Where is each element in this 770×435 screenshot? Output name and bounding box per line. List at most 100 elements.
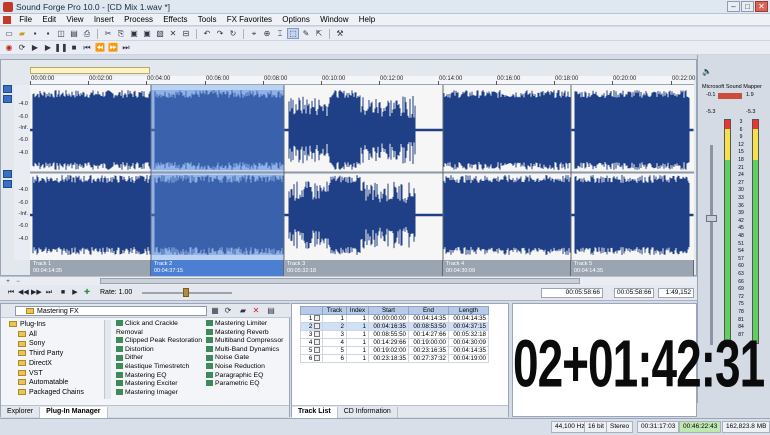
row-checkbox[interactable] xyxy=(314,323,320,330)
cell-length[interactable]: 00:04:14:35 xyxy=(448,346,489,355)
minimize-button[interactable]: – xyxy=(727,1,740,12)
pencil-tool-icon[interactable]: ✎ xyxy=(300,28,312,39)
scrollbar-thumb[interactable] xyxy=(100,278,580,284)
crop-icon[interactable]: ▧ xyxy=(154,28,166,39)
header-start[interactable]: Start xyxy=(368,306,409,315)
open-folder-icon[interactable]: ▰ xyxy=(16,28,28,39)
tree-item[interactable]: Third Party xyxy=(9,349,109,359)
volume-fader-track[interactable] xyxy=(710,145,713,345)
new-file-icon[interactable]: ▭ xyxy=(3,28,15,39)
region-track-3[interactable]: Track 3 00:05:32:18 xyxy=(284,260,443,276)
tree-item[interactable]: DirectX xyxy=(9,359,109,369)
event-tool-icon[interactable]: ⇱ xyxy=(313,28,325,39)
plugin-item[interactable]: Mastering Exciter xyxy=(116,380,206,389)
selection-tool-icon[interactable]: ⬚ xyxy=(287,28,299,39)
cell-track[interactable]: 6 xyxy=(322,354,347,363)
menu-insert[interactable]: Insert xyxy=(90,14,118,26)
plugin-item[interactable]: Noise Gate xyxy=(206,354,296,363)
waveform-display[interactable] xyxy=(30,85,694,260)
properties-icon[interactable]: ▤ xyxy=(68,28,80,39)
cell-end[interactable]: 00:14:27:66 xyxy=(408,330,449,339)
cell-track[interactable]: 1 xyxy=(322,314,347,323)
menu-file[interactable]: File xyxy=(15,14,36,26)
plugin-item[interactable]: Click and Crackle Removal xyxy=(116,320,206,337)
header-index[interactable]: Index xyxy=(346,306,369,315)
cell-length[interactable]: 00:04:14:35 xyxy=(448,314,489,323)
plugin-folder-select[interactable]: Mastering FX xyxy=(15,306,207,316)
cell-start[interactable]: 00:19:02:00 xyxy=(368,346,409,355)
row-checkbox[interactable] xyxy=(314,315,320,322)
save-all-icon[interactable]: ▪ xyxy=(42,28,54,39)
play-icon[interactable]: ▶ xyxy=(70,288,80,298)
tree-item[interactable]: Packaged Chains xyxy=(9,388,109,398)
table-row[interactable]: 4 4 1 00:14:29:66 00:19:00:00 00:04:30:09 xyxy=(300,338,489,347)
cell-start[interactable]: 00:04:16:35 xyxy=(368,322,409,331)
cell-end[interactable]: 00:19:00:00 xyxy=(408,338,449,347)
table-row[interactable]: 2 2 1 00:04:16:35 00:08:53:50 00:04:37:15 xyxy=(300,322,489,331)
table-row[interactable]: 1 1 1 00:00:00:00 00:04:14:35 00:04:14:35 xyxy=(300,314,489,323)
plugin-item[interactable]: Noise Reduction xyxy=(206,363,296,372)
go-end-icon[interactable]: ⏭ xyxy=(120,42,132,53)
header-track[interactable]: Track xyxy=(322,306,347,315)
row-number-cell[interactable]: 3 xyxy=(300,330,323,339)
cell-end[interactable]: 00:04:14:35 xyxy=(408,314,449,323)
record-icon[interactable]: ◉ xyxy=(3,42,15,53)
render-icon[interactable]: ◫ xyxy=(55,28,67,39)
time-ruler[interactable]: 00:00:00 00:02:00 00:04:00 00:06:00 00:08:00… xyxy=(30,76,695,85)
plugin-item[interactable]: Mastering Imager xyxy=(116,389,206,398)
plugin-item[interactable]: Mastering EQ xyxy=(116,372,206,381)
plugin-item[interactable]: Dither xyxy=(116,354,206,363)
cell-index[interactable]: 1 xyxy=(346,322,369,331)
tree-item[interactable]: Automatable xyxy=(9,378,109,388)
region-track-2[interactable]: Track 2 00:04:37:15 xyxy=(151,260,284,276)
cell-end[interactable]: 00:27:37:32 xyxy=(408,354,449,363)
cell-index[interactable]: 1 xyxy=(346,314,369,323)
refresh-icon[interactable]: ⟳ xyxy=(222,305,234,316)
pause-icon[interactable]: ❚❚ xyxy=(54,42,67,53)
plugin-item[interactable]: Mastering Limiter xyxy=(206,320,296,329)
tree-item[interactable]: Sony xyxy=(9,339,109,349)
region-track-5[interactable]: Track 5 00:04:14:35 xyxy=(571,260,694,276)
waveform-svg[interactable] xyxy=(30,85,694,260)
menu-options[interactable]: Options xyxy=(278,14,314,26)
row-number-cell[interactable]: 2 xyxy=(300,322,323,331)
tab-explorer[interactable]: Explorer xyxy=(1,407,41,418)
menu-help[interactable]: Help xyxy=(355,14,379,26)
channel-2-button[interactable] xyxy=(3,170,12,178)
cell-index[interactable]: 1 xyxy=(346,354,369,363)
cell-start[interactable]: 00:08:55:50 xyxy=(368,330,409,339)
row-number-cell[interactable]: 1 xyxy=(300,314,323,323)
tab-cd-information[interactable]: CD Information xyxy=(338,407,398,418)
close-button[interactable]: ✕ xyxy=(755,1,768,12)
paste-mix-icon[interactable]: ▣ xyxy=(141,28,153,39)
header-length[interactable]: Length xyxy=(448,306,489,315)
new-folder-icon[interactable]: ▰ xyxy=(237,305,249,316)
plugin-item[interactable]: Clipped Peak Restoration xyxy=(116,337,206,346)
go-end-icon[interactable]: ⏭ xyxy=(44,288,54,298)
save-icon[interactable]: ▪ xyxy=(29,28,41,39)
cell-length[interactable]: 00:04:19:00 xyxy=(448,354,489,363)
tree-item[interactable]: Plug-Ins xyxy=(9,320,109,330)
menu-process[interactable]: Process xyxy=(120,14,157,26)
rewind-icon[interactable]: ◀◀ xyxy=(18,288,29,298)
cell-start[interactable]: 00:00:00:00 xyxy=(368,314,409,323)
table-row[interactable]: 5 5 1 00:19:02:00 00:23:16:35 00:04:14:35 xyxy=(300,346,489,355)
plugin-item[interactable]: Paragraphic EQ xyxy=(206,372,296,381)
edit-tool-icon[interactable]: ⌶ xyxy=(274,28,286,39)
forward-icon[interactable]: ▶▶ xyxy=(31,288,42,298)
row-checkbox[interactable] xyxy=(314,347,320,354)
rate-slider-thumb[interactable] xyxy=(183,288,189,297)
table-row[interactable]: 6 6 1 00:23:18:35 00:27:37:32 00:04:19:00 xyxy=(300,354,489,363)
cell-length[interactable]: 00:04:30:09 xyxy=(448,338,489,347)
channel-1-button[interactable] xyxy=(3,85,12,93)
status-sample-rate[interactable]: 44,100 Hz xyxy=(551,421,589,433)
overview-bar[interactable] xyxy=(30,67,150,74)
region-track-1[interactable]: Track 1 00:04:14:35 xyxy=(30,260,151,276)
delete-icon[interactable]: ✕ xyxy=(250,305,262,316)
cell-track[interactable]: 4 xyxy=(322,338,347,347)
cell-length[interactable]: 00:04:37:15 xyxy=(448,322,489,331)
snap-icon[interactable]: ⌖ xyxy=(248,28,260,39)
cell-index[interactable]: 1 xyxy=(346,346,369,355)
stop-icon[interactable]: ■ xyxy=(58,288,68,298)
status-bit-depth[interactable]: 16 bit xyxy=(584,421,608,433)
